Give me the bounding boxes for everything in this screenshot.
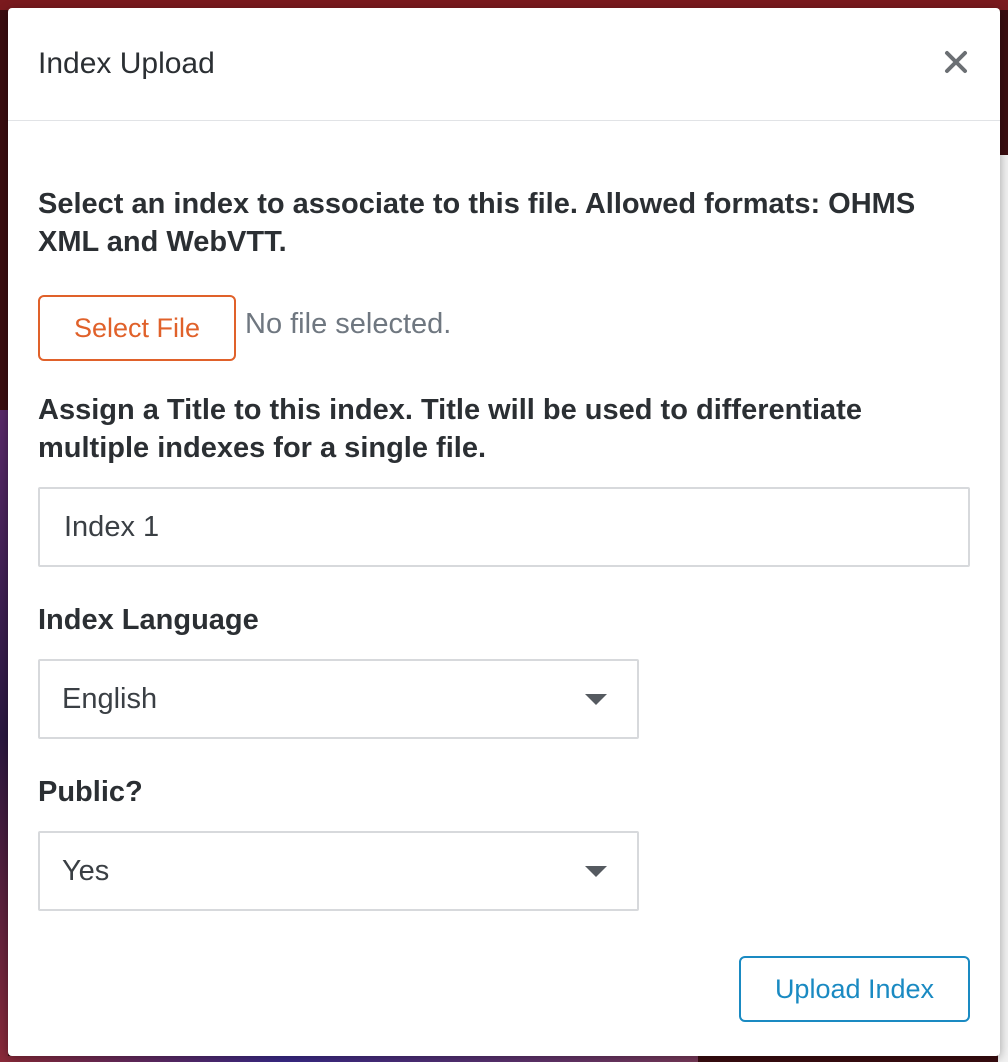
index-title-input[interactable] — [38, 487, 970, 567]
file-instructions: Select an index to associate to this fil… — [38, 188, 916, 258]
public-value: Yes — [62, 854, 110, 887]
dropdown-arrow-icon — [585, 866, 607, 877]
backdrop-image — [0, 410, 8, 1062]
file-picker-row: Select File No file selected. — [38, 295, 970, 361]
public-select[interactable]: Yes — [38, 831, 639, 911]
select-file-button[interactable]: Select File — [38, 295, 236, 361]
modal-title: Index Upload — [38, 47, 215, 80]
index-language-select[interactable]: English — [38, 659, 639, 739]
index-upload-modal: Index Upload Select an index to associat… — [8, 8, 1000, 1056]
index-language-label: Index Language — [38, 604, 259, 636]
dropdown-arrow-icon — [585, 694, 607, 705]
close-button[interactable] — [938, 44, 974, 80]
public-label: Public? — [38, 776, 143, 808]
title-instructions: Assign a Title to this index. Title will… — [38, 394, 862, 464]
backdrop-image-bottom — [8, 1056, 698, 1062]
modal-body: Select an index to associate to this fil… — [8, 121, 1000, 911]
modal-footer: Upload Index — [739, 956, 970, 1022]
close-icon — [945, 51, 967, 73]
file-status-text: No file selected. — [245, 307, 452, 340]
modal-header: Index Upload — [8, 8, 1000, 121]
index-language-value: English — [62, 682, 158, 715]
upload-index-button[interactable]: Upload Index — [739, 956, 970, 1022]
